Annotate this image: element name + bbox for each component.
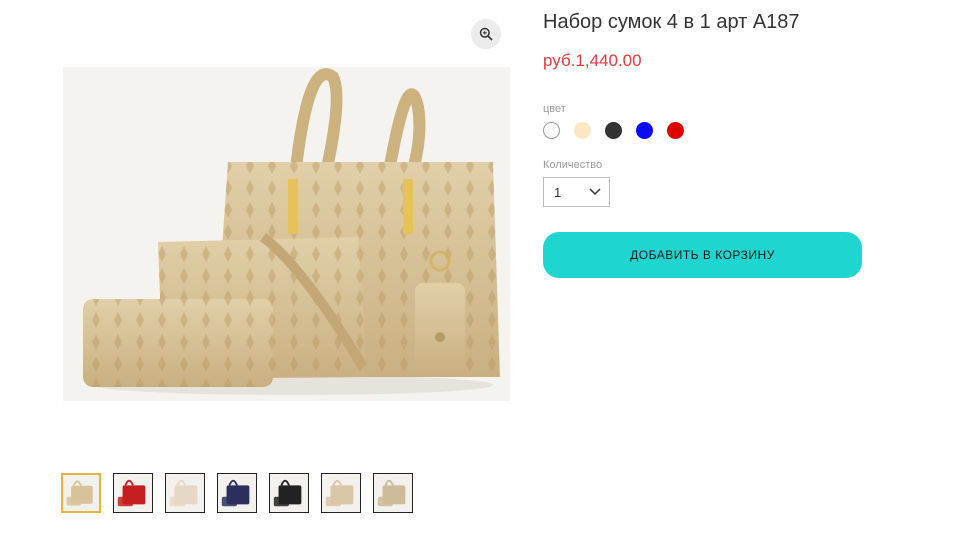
thumbnail-navy-set[interactable] xyxy=(217,473,257,513)
thumbnail-red-set[interactable] xyxy=(113,473,153,513)
magnifier-icon xyxy=(479,27,493,41)
chevron-down-icon xyxy=(589,188,601,196)
quantity-value: 1 xyxy=(554,184,562,200)
zoom-button[interactable] xyxy=(471,19,501,49)
thumbnail-image xyxy=(63,475,99,511)
thumbnail-beige-set[interactable] xyxy=(61,473,101,513)
color-swatch-black[interactable] xyxy=(605,122,622,139)
color-swatch-red[interactable] xyxy=(667,122,684,139)
product-price: руб.1,440.00 xyxy=(543,51,642,70)
color-swatch-blue[interactable] xyxy=(636,122,653,139)
thumbnail-image xyxy=(374,474,412,512)
thumbnail-black-set[interactable] xyxy=(269,473,309,513)
thumbnail-image xyxy=(166,474,204,512)
thumbnail-beige-tote[interactable] xyxy=(373,473,413,513)
quantity-label: Количество xyxy=(543,159,603,171)
color-swatch-beige[interactable] xyxy=(574,122,591,139)
quantity-select[interactable]: 1 xyxy=(543,177,610,207)
thumbnail-image xyxy=(114,474,152,512)
product-page: Набор сумок 4 в 1 арт A187 руб.1,440.00 … xyxy=(0,0,972,538)
bag-set-illustration xyxy=(63,67,510,401)
product-title: Набор сумок 4 в 1 арт A187 xyxy=(543,11,800,33)
thumbnail-beige-clutch[interactable] xyxy=(321,473,361,513)
color-label: цвет xyxy=(543,103,566,115)
thumbnail-image xyxy=(270,474,308,512)
color-swatch-white[interactable] xyxy=(543,122,560,139)
thumbnail-cream-set[interactable] xyxy=(165,473,205,513)
color-swatches xyxy=(543,122,684,139)
thumbnail-image xyxy=(218,474,256,512)
thumbnail-image xyxy=(322,474,360,512)
add-to-cart-button[interactable]: ДОБАВИТЬ В КОРЗИНУ xyxy=(543,232,862,278)
thumbnail-strip xyxy=(61,473,413,513)
main-product-image[interactable] xyxy=(63,67,510,401)
